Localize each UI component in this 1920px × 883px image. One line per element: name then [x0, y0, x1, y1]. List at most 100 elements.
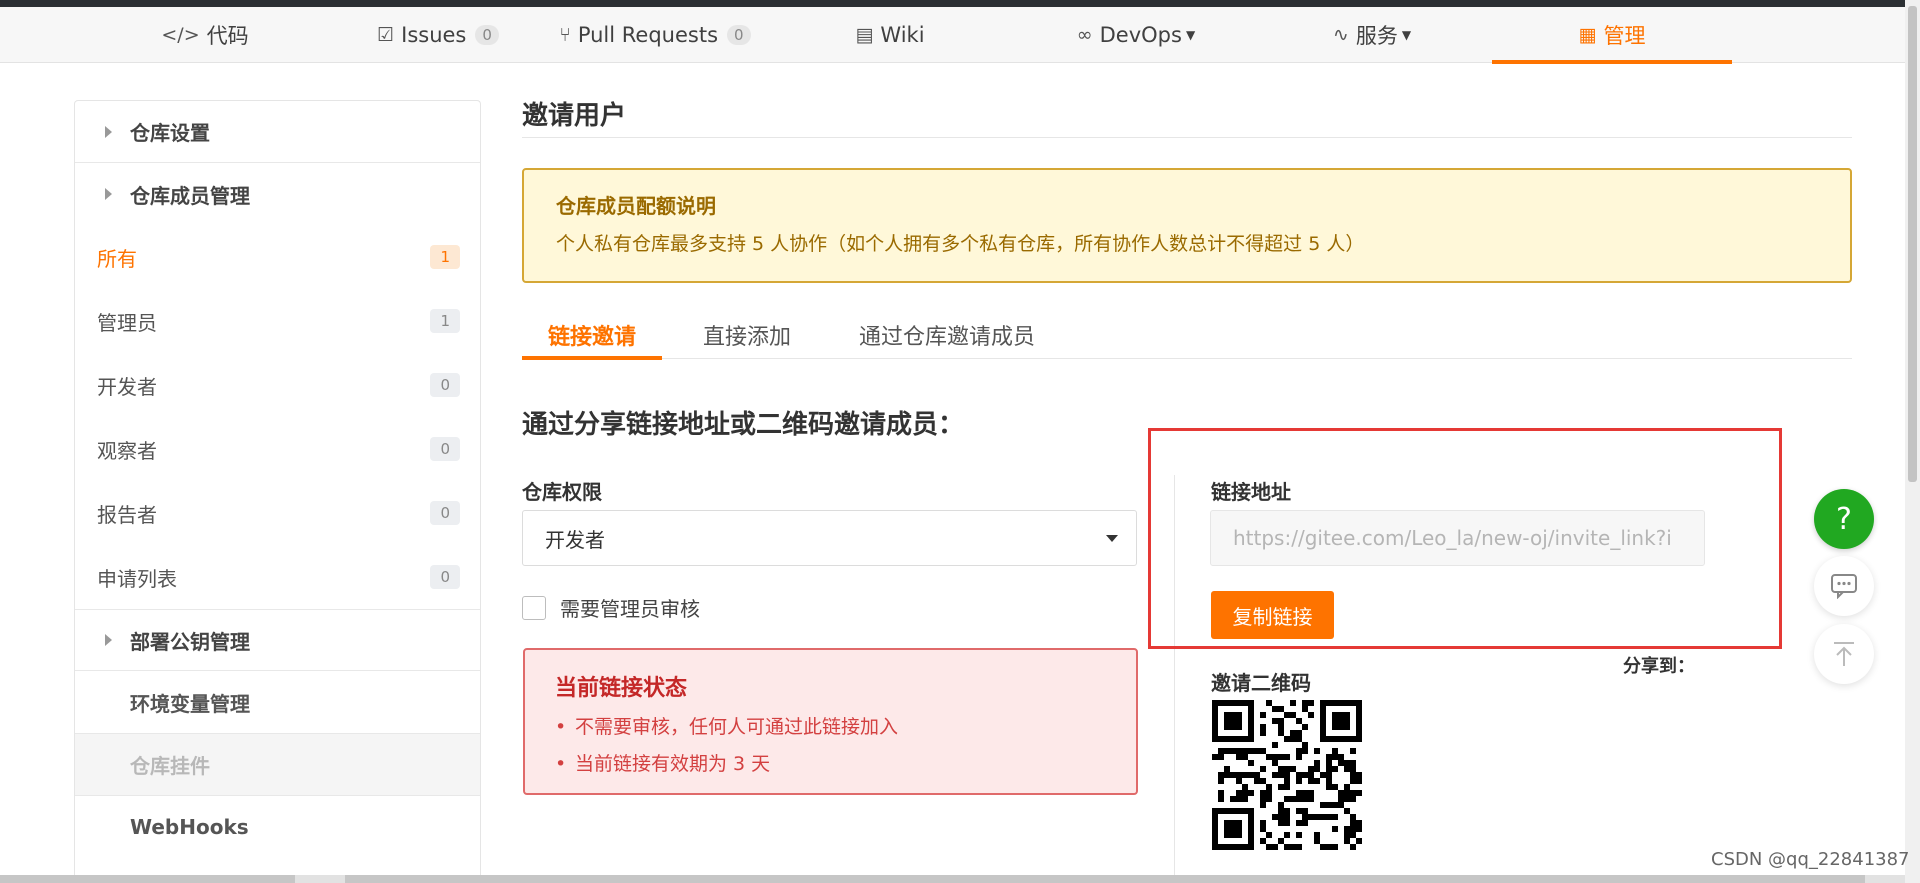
qr-module [1296, 832, 1302, 838]
feedback-button[interactable] [1814, 556, 1874, 616]
nav-tab-pull-requests-label: Pull Requests [577, 23, 719, 47]
tab-invite-via-repo[interactable]: 通过仓库邀请成员 [822, 310, 1072, 359]
qr-module [1296, 754, 1302, 760]
nav-tab-devops[interactable]: ∞ DevOps ▼ [1036, 7, 1236, 63]
sidebar-item-label: 报告者 [97, 502, 157, 527]
qr-module [1284, 820, 1290, 826]
nav-tab-wiki[interactable]: ▤ Wiki [790, 7, 990, 63]
help-button[interactable]: ? [1814, 489, 1874, 549]
arrow-up-icon [1834, 642, 1854, 666]
sidebar-item-all[interactable]: 所有 1 [75, 225, 480, 289]
permission-select[interactable]: 开发者 [522, 510, 1137, 566]
nav-tab-services[interactable]: ∿ 服务 ▼ [1272, 7, 1472, 63]
sidebar-item-webhooks[interactable]: WebHooks [75, 795, 480, 857]
qr-module [1332, 814, 1338, 820]
qr-module [1356, 736, 1362, 742]
tab-direct-add[interactable]: 直接添加 [677, 310, 817, 359]
qr-module [1332, 826, 1338, 832]
qr-module [1266, 796, 1272, 802]
qr-module [1248, 844, 1254, 850]
scrollbar-thumb[interactable] [1908, 6, 1917, 482]
qr-module [1272, 844, 1278, 850]
code-icon: </> [161, 24, 200, 46]
back-to-top-button[interactable] [1814, 624, 1874, 684]
manage-icon: ▦ [1578, 24, 1597, 46]
nav-tab-pull-requests[interactable]: ⑂ Pull Requests 0 [550, 7, 760, 63]
qr-module [1242, 796, 1248, 802]
repo-nav: </> 代码 ☑ Issues 0 ⑂ Pull Requests 0 ▤ Wi… [0, 7, 1905, 64]
sidebar-item-label: 观察者 [97, 438, 157, 463]
quota-notice-heading: 仓库成员配额说明 [556, 194, 716, 218]
sidebar-item-env-vars[interactable]: 环境变量管理 [75, 671, 480, 733]
qr-module [1218, 778, 1224, 784]
qr-module [1248, 760, 1254, 766]
link-status-box: 当前链接状态 • 不需要审核，任何人可通过此链接加入 • 当前链接有效期为 3 天 [523, 648, 1138, 795]
qr-module [1314, 778, 1320, 784]
qr-module [1296, 844, 1302, 850]
sidebar-member-management[interactable]: 仓库成员管理 [75, 163, 480, 225]
qr-module [1248, 736, 1254, 742]
sidebar-item-observers[interactable]: 观察者 0 [75, 417, 480, 481]
pull-requests-count-badge: 0 [727, 25, 751, 45]
sidebar-repo-settings-label: 仓库设置 [130, 121, 210, 145]
quota-notice: 仓库成员配额说明 个人私有仓库最多支持 5 人协作（如个人拥有多个私有仓库，所有… [522, 168, 1852, 283]
settings-sidebar: 仓库设置 仓库成员管理 所有 1 管理员 1 开发者 0 观察者 0 报告者 0… [74, 100, 481, 883]
qr-module [1356, 778, 1362, 784]
vertical-scrollbar[interactable] [1905, 0, 1920, 883]
link-status-heading: 当前链接状态 [555, 676, 688, 701]
tab-link-invite[interactable]: 链接邀请 [522, 310, 662, 360]
qr-module [1314, 748, 1320, 754]
nav-tab-issues[interactable]: ☑ Issues 0 [338, 7, 538, 63]
qr-module [1260, 712, 1266, 718]
qr-module [1284, 832, 1290, 838]
sidebar-item-developers[interactable]: 开发者 0 [75, 353, 480, 417]
qr-module [1296, 778, 1302, 784]
nav-tab-code[interactable]: </> 代码 [105, 7, 305, 63]
sidebar-item-label: 环境变量管理 [130, 691, 250, 716]
wiki-icon: ▤ [855, 24, 874, 46]
require-review-row[interactable]: 需要管理员审核 [522, 593, 700, 622]
share-label: 分享到： [1623, 656, 1695, 677]
qr-module [1302, 724, 1308, 730]
qr-module [1236, 724, 1242, 730]
qr-module [1308, 712, 1314, 718]
qr-module [1236, 832, 1242, 838]
horizontal-scrollbar[interactable] [0, 875, 1905, 883]
issues-icon: ☑ [377, 24, 395, 46]
link-status-item: • 不需要审核，任何人可通过此链接加入 [555, 716, 899, 738]
sidebar-repo-settings[interactable]: 仓库设置 [75, 101, 480, 163]
caret-down-icon [1106, 535, 1118, 542]
qr-module [1260, 730, 1266, 736]
qr-module [1260, 802, 1266, 808]
sidebar-deploy-keys[interactable]: 部署公钥管理 [75, 609, 480, 671]
sidebar-item-label: 开发者 [97, 374, 157, 399]
nav-tab-wiki-label: Wiki [880, 23, 925, 47]
issues-count-badge: 0 [475, 25, 499, 45]
nav-tab-manage[interactable]: ▦ 管理 [1492, 7, 1732, 64]
qr-module [1332, 766, 1338, 772]
qr-module [1302, 748, 1308, 754]
caret-right-icon [105, 125, 112, 138]
pulse-icon: ∿ [1332, 24, 1349, 46]
sidebar-item-reporters[interactable]: 报告者 0 [75, 481, 480, 545]
sidebar-item-admins[interactable]: 管理员 1 [75, 289, 480, 353]
count-badge: 0 [430, 437, 460, 461]
chat-icon [1831, 574, 1857, 599]
sidebar-item-applications[interactable]: 申请列表 0 [75, 545, 480, 609]
qr-module [1284, 754, 1290, 760]
sidebar-item-label: 申请列表 [97, 566, 177, 591]
watermark: CSDN @qq_22841387 [1711, 849, 1910, 870]
qr-module [1356, 826, 1362, 832]
qr-module [1302, 820, 1308, 826]
sidebar-item-plugins[interactable]: 仓库挂件 [75, 733, 480, 795]
nav-tab-manage-label: 管理 [1603, 24, 1646, 48]
sidebar-item-label: 管理员 [97, 310, 157, 335]
caret-right-icon [105, 188, 112, 200]
permission-select-value: 开发者 [545, 527, 605, 552]
top-strip [0, 0, 1905, 7]
qr-module [1272, 742, 1278, 748]
nav-tab-services-label: 服务 [1355, 24, 1398, 48]
scrollbar-thumb[interactable] [0, 875, 295, 883]
require-review-checkbox[interactable] [522, 595, 546, 620]
invite-qr-code [1212, 700, 1362, 850]
